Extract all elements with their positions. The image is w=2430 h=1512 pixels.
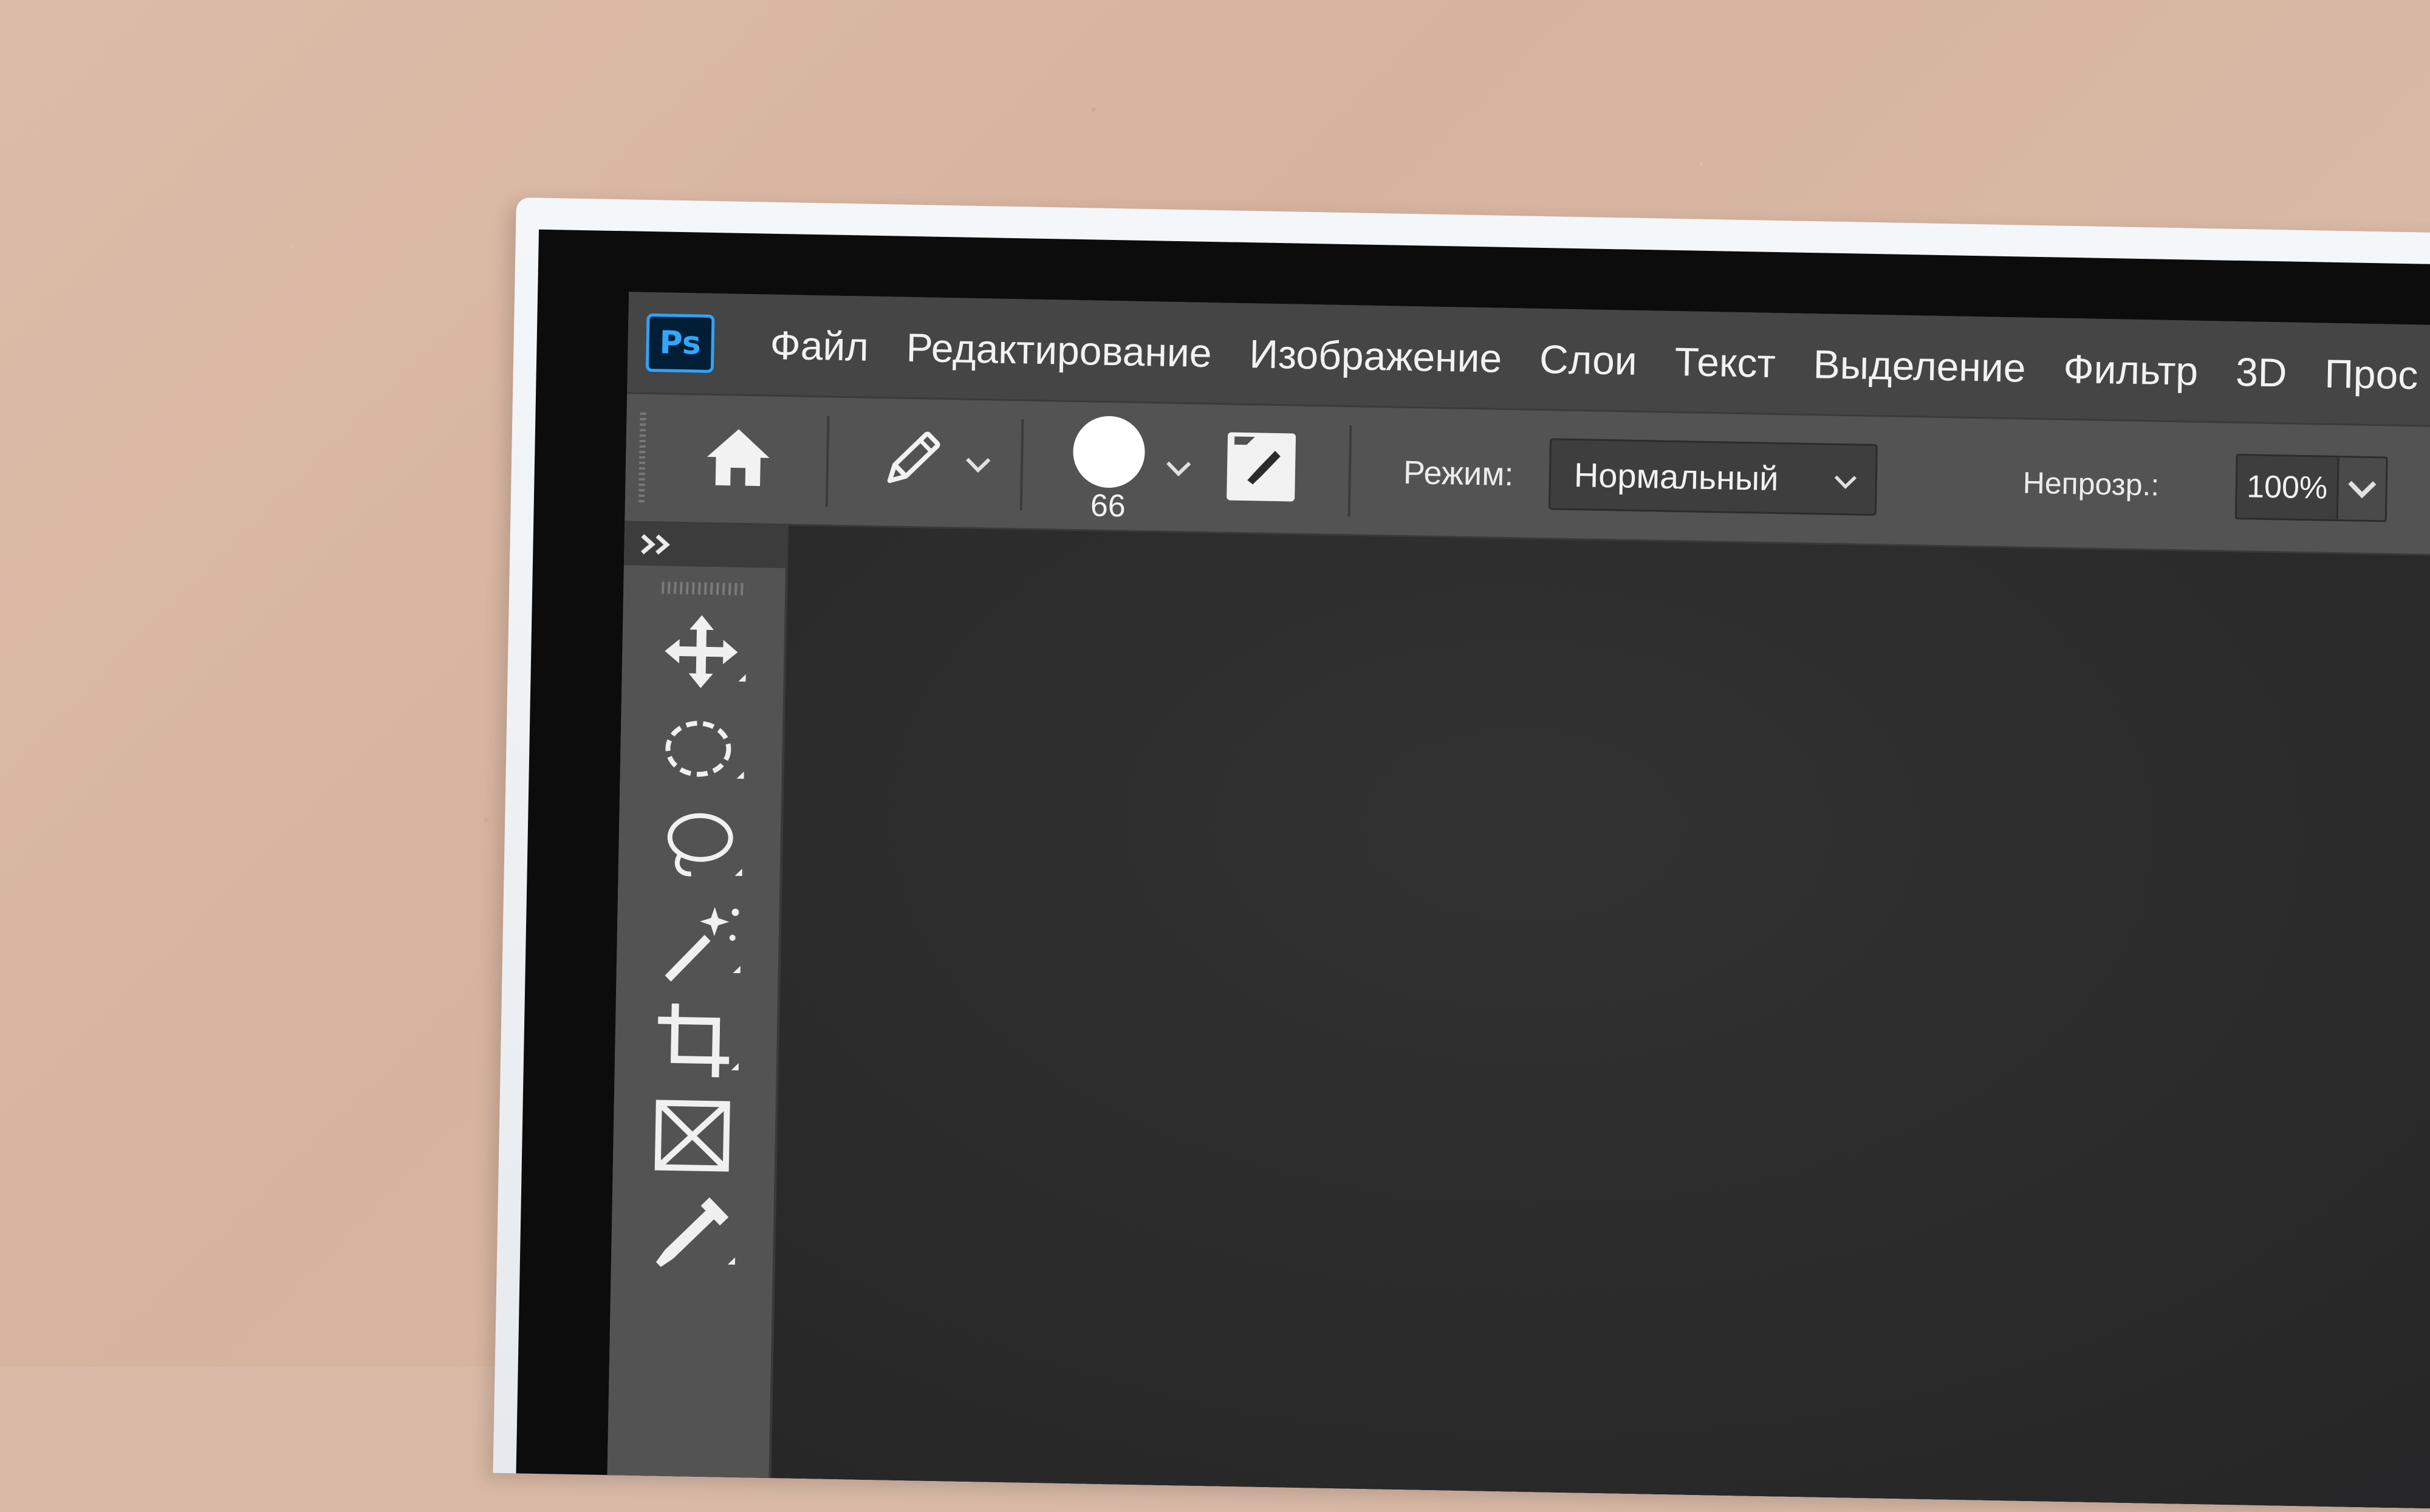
menu-image[interactable]: Изображение xyxy=(1249,330,1502,381)
photoshop-window: Ps Файл Редактирование Изображение Слои … xyxy=(607,292,2430,1512)
opacity-dropdown[interactable] xyxy=(2338,456,2388,522)
brush-preset-dropdown[interactable] xyxy=(1160,450,1197,487)
eyedropper-icon xyxy=(655,1197,736,1267)
crop-tool[interactable] xyxy=(651,997,744,1084)
menu-type[interactable]: Текст xyxy=(1674,338,1776,386)
move-tool[interactable] xyxy=(658,608,751,695)
monitor: Ps Файл Редактирование Изображение Слои … xyxy=(493,197,2430,1512)
brush-size-value: 66 xyxy=(1090,488,1126,524)
menu-select[interactable]: Выделение xyxy=(1813,341,2026,391)
opacity-input[interactable]: 100% xyxy=(2234,453,2339,522)
tools-panel-header[interactable] xyxy=(623,522,787,569)
options-bar-grip[interactable] xyxy=(638,412,646,504)
elliptical-marquee-icon xyxy=(665,720,744,779)
menu-file[interactable]: Файл xyxy=(770,321,869,369)
mode-label: Режим: xyxy=(1403,454,1514,493)
tool-preset-dropdown[interactable] xyxy=(960,445,997,482)
lasso-tool[interactable] xyxy=(654,802,747,889)
marquee-tool[interactable] xyxy=(656,705,749,792)
brush-panel-icon xyxy=(1233,436,1289,498)
pencil-icon xyxy=(887,431,940,484)
menu-view[interactable]: Прос xyxy=(2324,350,2418,398)
eyedropper-tool[interactable] xyxy=(647,1191,740,1278)
blend-mode-value: Нормальный xyxy=(1573,455,1779,498)
chevron-down-icon xyxy=(1166,461,1191,477)
ps-logo-icon[interactable]: Ps xyxy=(645,313,715,373)
menu-edit[interactable]: Редактирование xyxy=(906,324,1212,375)
blend-mode-select[interactable]: Нормальный xyxy=(1548,438,1878,516)
separator xyxy=(1347,425,1352,517)
monitor-screen: Ps Файл Редактирование Изображение Слои … xyxy=(516,229,2430,1512)
double-chevron-right-icon[interactable] xyxy=(637,532,680,557)
opacity-label: Непрозр.: xyxy=(2022,465,2160,502)
home-button[interactable] xyxy=(698,423,778,491)
frame-icon xyxy=(654,1100,730,1172)
lasso-icon xyxy=(667,813,742,877)
chevron-down-icon xyxy=(1834,475,1857,489)
frame-tool[interactable] xyxy=(649,1094,742,1181)
magic-wand-icon xyxy=(665,907,741,982)
home-icon xyxy=(707,429,770,487)
tools-panel-grip[interactable] xyxy=(662,581,747,596)
brush-tip-icon xyxy=(1072,415,1146,489)
brush-settings-panel-button[interactable] xyxy=(1227,432,1296,502)
brush-preset-picker[interactable]: 66 xyxy=(1068,415,1149,524)
menu-filter[interactable]: Фильтр xyxy=(2063,345,2199,394)
crop-icon xyxy=(658,1003,739,1078)
separator xyxy=(1019,419,1024,511)
document-canvas-area[interactable] xyxy=(771,525,2430,1512)
chevron-down-icon xyxy=(966,457,991,473)
menu-3d[interactable]: 3D xyxy=(2235,348,2287,395)
tools-panel xyxy=(607,522,789,1479)
separator xyxy=(825,416,830,507)
move-icon xyxy=(665,615,746,688)
magic-wand-tool[interactable] xyxy=(652,900,745,987)
menu-layers[interactable]: Слои xyxy=(1539,335,1638,383)
chevron-down-icon xyxy=(2348,481,2377,499)
tool-preset-button[interactable] xyxy=(874,426,948,494)
